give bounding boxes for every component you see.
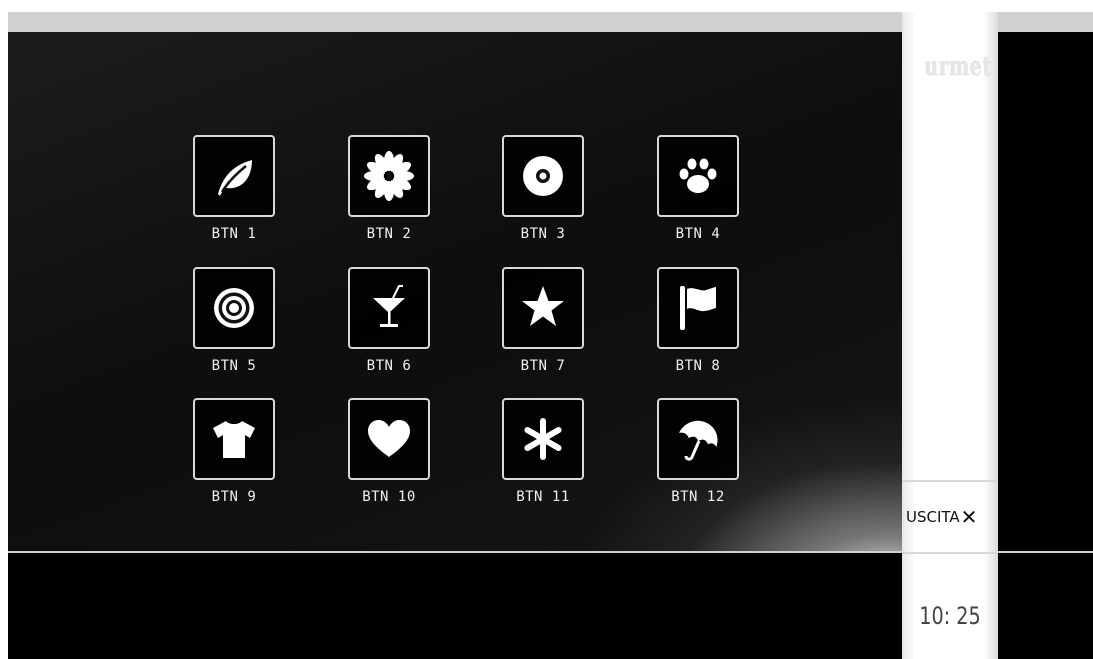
- btn-1-label: BTN 1: [211, 226, 257, 242]
- btn-5[interactable]: BTN 5: [191, 267, 281, 374]
- btn-2[interactable]: BTN 2: [346, 135, 436, 242]
- umbrella-icon: [678, 420, 718, 461]
- cocktail-icon: [373, 285, 405, 327]
- btn-5-label: BTN 5: [211, 358, 257, 374]
- top-strip: [8, 12, 902, 32]
- btn-3-label: BTN 3: [520, 226, 566, 242]
- btn-8[interactable]: BTN 8: [655, 267, 745, 374]
- heart-icon: [368, 420, 410, 457]
- flag-icon: [680, 286, 716, 330]
- target-icon: [214, 288, 254, 328]
- btn-8-label: BTN 8: [675, 358, 721, 374]
- clock: 10: 25: [919, 602, 981, 630]
- btn-12-label: BTN 12: [671, 489, 725, 505]
- side-separator-bottom: [902, 552, 998, 554]
- bottom-bar: [8, 553, 902, 659]
- btn-1-frame[interactable]: [193, 135, 275, 217]
- btn-10-label: BTN 10: [362, 489, 416, 505]
- urmet-logo: urmet: [924, 52, 992, 82]
- btn-9-frame[interactable]: [193, 398, 275, 480]
- right-divider: [998, 551, 1093, 553]
- btn-9[interactable]: BTN 9: [191, 398, 281, 505]
- btn-6[interactable]: BTN 6: [346, 267, 436, 374]
- btn-6-label: BTN 6: [366, 358, 412, 374]
- side-separator: [902, 480, 998, 482]
- btn-7-label: BTN 7: [520, 358, 566, 374]
- btn-5-frame[interactable]: [193, 267, 275, 349]
- btn-11[interactable]: BTN 11: [500, 398, 590, 505]
- btn-11-frame[interactable]: [502, 398, 584, 480]
- right-panel: [998, 32, 1093, 659]
- btn-6-frame[interactable]: [348, 267, 430, 349]
- top-strip-right: [998, 12, 1093, 32]
- btn-3[interactable]: BTN 3: [500, 135, 590, 242]
- btn-9-label: BTN 9: [211, 489, 257, 505]
- btn-8-frame[interactable]: [657, 267, 739, 349]
- btn-2-frame[interactable]: [348, 135, 430, 217]
- flower-icon: [364, 151, 414, 201]
- asterisk-icon: [524, 418, 562, 460]
- btn-4[interactable]: BTN 4: [655, 135, 745, 242]
- btn-4-label: BTN 4: [675, 226, 721, 242]
- btn-7[interactable]: BTN 7: [500, 267, 590, 374]
- donut-icon: [523, 156, 563, 196]
- exit-label: USCITA: [906, 508, 960, 526]
- btn-4-frame[interactable]: [657, 135, 739, 217]
- btn-3-frame[interactable]: [502, 135, 584, 217]
- side-column: urmet USCITA ✕ 10: 25: [902, 12, 998, 659]
- btn-10[interactable]: BTN 10: [346, 398, 436, 505]
- btn-7-frame[interactable]: [502, 267, 584, 349]
- btn-11-label: BTN 11: [516, 489, 570, 505]
- btn-2-label: BTN 2: [366, 226, 412, 242]
- btn-10-frame[interactable]: [348, 398, 430, 480]
- paw-icon: [679, 158, 717, 193]
- btn-12-frame[interactable]: [657, 398, 739, 480]
- star-icon: [522, 286, 564, 326]
- close-icon: ✕: [960, 505, 978, 529]
- btn-12[interactable]: BTN 12: [655, 398, 745, 505]
- btn-1[interactable]: BTN 1: [191, 135, 281, 242]
- leaf-icon: [218, 160, 252, 196]
- exit-button[interactable]: USCITA ✕: [906, 507, 977, 527]
- tshirt-icon: [213, 421, 255, 458]
- button-panel: BTN 1 BTN 2 BTN 3 BTN 4 BTN 5 BTN 6 BTN …: [8, 32, 902, 551]
